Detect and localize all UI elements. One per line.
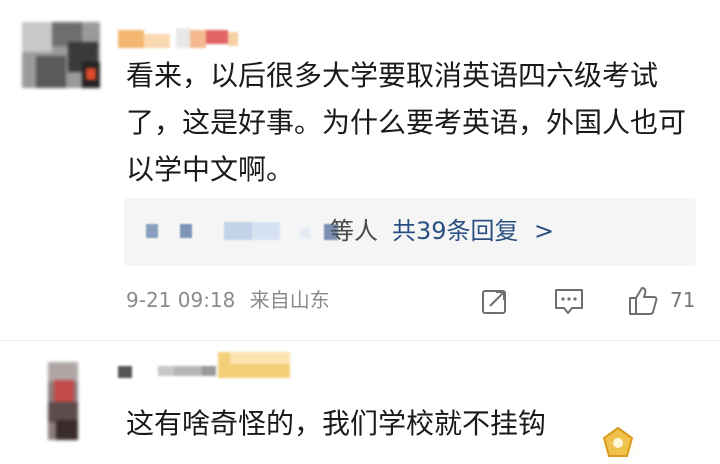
username[interactable]	[118, 24, 238, 50]
chevron-right-icon: >	[534, 217, 555, 245]
comment-meta: 9-21 09:18 来自山东	[126, 284, 330, 316]
comment-time: 9-21 09:18	[126, 288, 236, 312]
avatar[interactable]	[48, 362, 78, 440]
reply-usernames-blurred	[146, 222, 338, 240]
reply-count-link[interactable]: 共39条回复	[392, 213, 519, 249]
comment-icon[interactable]	[552, 284, 586, 318]
comment-location: 来自山东	[249, 288, 330, 312]
username[interactable]	[118, 352, 290, 378]
reply-suffix: 等人	[330, 217, 378, 245]
like-icon[interactable]	[626, 284, 660, 318]
avatar[interactable]	[22, 22, 100, 88]
divider	[0, 340, 720, 341]
badge-icon	[590, 426, 646, 464]
comment-text: 看来，以后很多大学要取消英语四六级考试了，这是好事。为什么要考英语，外国人也可以…	[126, 59, 687, 186]
like-count: 71	[670, 288, 696, 312]
reply-preview[interactable]: 等人 共39条回复 >	[124, 198, 696, 266]
forward-icon[interactable]	[478, 284, 512, 318]
